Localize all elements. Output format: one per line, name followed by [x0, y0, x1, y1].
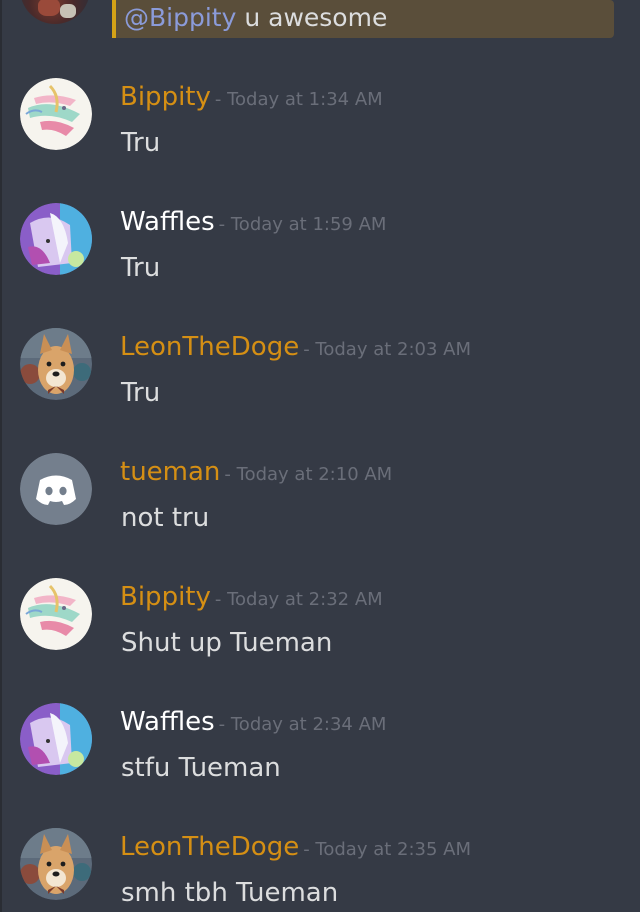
username[interactable]: Bippity: [120, 82, 211, 112]
message-text: stfu Tueman: [121, 753, 281, 783]
message-text: Tru: [121, 128, 161, 158]
discord-default-avatar[interactable]: [20, 453, 92, 525]
timestamp: - Today at 2:34 AM: [218, 714, 387, 735]
anime-avatar-bippity[interactable]: [20, 78, 92, 150]
partial-avatar[interactable]: [20, 0, 90, 24]
timestamp: - Today at 2:32 AM: [214, 589, 383, 610]
timestamp: - Today at 1:34 AM: [214, 89, 383, 110]
message-header: LeonTheDoge - Today at 2:03 AM: [120, 332, 471, 362]
doge-avatar[interactable]: [20, 328, 92, 400]
message-text: not tru: [121, 503, 210, 533]
username[interactable]: Waffles: [120, 707, 215, 737]
mention-highlight: @Bippity u awesome: [112, 0, 614, 38]
timestamp: - Today at 2:35 AM: [303, 839, 471, 860]
message-header: Bippity - Today at 1:34 AM: [120, 82, 383, 112]
chat-window: @Bippity u awesome Bippity - Today at 1:3…: [0, 0, 640, 912]
timestamp: - Today at 2:10 AM: [224, 464, 393, 485]
message-text: smh tbh Tueman: [121, 878, 339, 908]
username[interactable]: Bippity: [120, 582, 211, 612]
username[interactable]: Waffles: [120, 207, 215, 237]
message-text: Shut up Tueman: [121, 628, 333, 658]
user-mention[interactable]: @Bippity: [124, 3, 236, 32]
message-item: LeonTheDoge - Today at 2:35 AM smh tbh Tue…: [0, 828, 640, 912]
anime-avatar-waffles[interactable]: [20, 703, 92, 775]
timestamp: - Today at 1:59 AM: [218, 214, 387, 235]
message-text: Tru: [121, 378, 161, 408]
message-item: LeonTheDoge - Today at 2:03 AM Tru: [0, 328, 640, 438]
anime-avatar-bippity[interactable]: [20, 578, 92, 650]
message-header: Bippity - Today at 2:32 AM: [120, 582, 383, 612]
username[interactable]: LeonTheDoge: [120, 832, 299, 862]
partial-message-body: u awesome: [236, 3, 388, 32]
doge-avatar[interactable]: [20, 828, 92, 900]
timestamp: - Today at 2:03 AM: [303, 339, 471, 360]
message-header: LeonTheDoge - Today at 2:35 AM: [120, 832, 471, 862]
username[interactable]: tueman: [120, 457, 220, 487]
username[interactable]: LeonTheDoge: [120, 332, 299, 362]
message-item: Bippity - Today at 1:34 AM Tru: [0, 78, 640, 188]
partial-message: @Bippity u awesome: [0, 0, 640, 44]
message-header: tueman - Today at 2:10 AM: [120, 457, 392, 487]
message-item: Bippity - Today at 2:32 AM Shut up Tueman: [0, 578, 640, 688]
partial-message-text: @Bippity u awesome: [124, 3, 387, 32]
message-text: Tru: [121, 253, 161, 283]
message-header: Waffles - Today at 1:59 AM: [120, 207, 386, 237]
message-item: tueman - Today at 2:10 AM not tru: [0, 453, 640, 563]
message-item: Waffles - Today at 2:34 AM stfu Tueman: [0, 703, 640, 813]
message-item: Waffles - Today at 1:59 AM Tru: [0, 203, 640, 313]
message-header: Waffles - Today at 2:34 AM: [120, 707, 386, 737]
anime-avatar-waffles[interactable]: [20, 203, 92, 275]
